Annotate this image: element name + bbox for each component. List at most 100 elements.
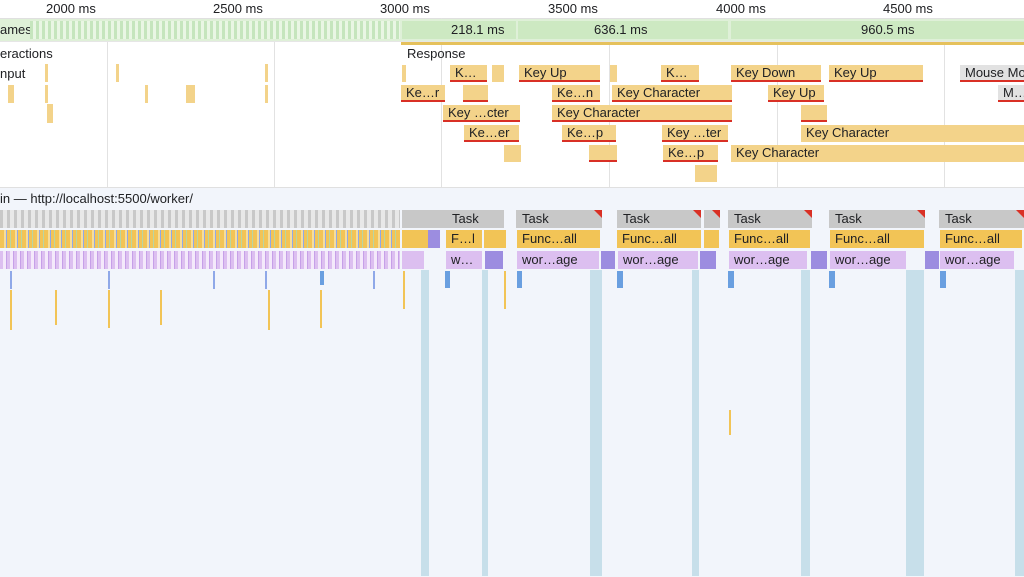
input-tick[interactable] (265, 85, 268, 103)
response-label: Response (407, 46, 466, 61)
input-event[interactable] (695, 165, 717, 182)
long-task-marker (712, 210, 720, 218)
input-tick[interactable] (186, 85, 195, 103)
compile-marker[interactable] (617, 271, 623, 288)
worker-message-bar[interactable] (925, 251, 939, 269)
activity-stripe (320, 290, 322, 328)
input-event[interactable] (492, 65, 504, 82)
input-tick[interactable] (145, 85, 148, 103)
task-bar[interactable]: Task (516, 210, 602, 228)
task-bar[interactable] (402, 210, 446, 228)
worker-message-bar[interactable] (485, 251, 503, 269)
task-bar[interactable]: Task (829, 210, 925, 228)
input-event[interactable] (463, 85, 488, 102)
task-bar[interactable]: Task (617, 210, 701, 228)
input-event[interactable] (589, 145, 617, 162)
function-call-bar[interactable] (402, 230, 428, 248)
input-event[interactable] (801, 105, 827, 122)
input-event[interactable]: Ke…p (562, 125, 616, 142)
frame-strip[interactable] (30, 21, 400, 39)
input-tick[interactable] (265, 64, 268, 82)
input-event[interactable]: Key Character (801, 125, 1024, 142)
long-task-marker (693, 210, 701, 218)
gc-column[interactable] (482, 270, 488, 576)
worker-message-bar[interactable]: w… (446, 251, 482, 269)
long-task-marker (917, 210, 925, 218)
input-event[interactable]: K… (450, 65, 487, 82)
input-event[interactable] (504, 145, 521, 162)
input-event[interactable]: Ke…n (552, 85, 600, 102)
gc-column[interactable] (692, 270, 699, 576)
input-tick[interactable] (116, 64, 119, 82)
function-call-bar[interactable]: Func…all (830, 230, 924, 248)
task-bar[interactable]: Task (939, 210, 1024, 228)
function-call-bar[interactable]: Func…all (517, 230, 600, 248)
long-task-marker (594, 210, 602, 218)
input-event[interactable]: Key Up (829, 65, 923, 82)
input-event[interactable]: Key Up (768, 85, 824, 102)
input-event[interactable] (402, 65, 406, 82)
worker-message-bar[interactable]: wor…age (940, 251, 1014, 269)
function-call-bar[interactable] (704, 230, 719, 248)
activity-stripe (108, 290, 110, 328)
task-label: Task (623, 211, 650, 226)
function-strip[interactable] (0, 230, 400, 248)
function-call-bar[interactable]: Func…all (940, 230, 1022, 248)
input-event[interactable]: Key …cter (443, 105, 520, 122)
gc-column[interactable] (1015, 270, 1024, 576)
gc-column[interactable] (906, 270, 924, 576)
function-call-bar[interactable] (484, 230, 506, 248)
input-event[interactable]: M… (998, 85, 1024, 102)
function-call-bar[interactable] (428, 230, 440, 248)
compile-marker[interactable] (517, 271, 522, 288)
input-event[interactable]: Key Character (612, 85, 732, 102)
worker-message-bar[interactable] (700, 251, 716, 269)
gc-column[interactable] (421, 270, 429, 576)
worker-message-bar[interactable]: wor…age (618, 251, 698, 269)
response-bar[interactable] (401, 42, 1024, 45)
gc-column[interactable] (801, 270, 810, 576)
input-event[interactable]: Key Down (731, 65, 821, 82)
activity-stripe (265, 271, 267, 289)
input-event[interactable]: Ke…p (663, 145, 718, 162)
time-ruler[interactable]: 2000 ms 2500 ms 3000 ms 3500 ms 4000 ms … (0, 0, 1024, 19)
input-event[interactable]: Ke…er (464, 125, 519, 142)
worker-message-strip[interactable] (0, 251, 400, 269)
activity-stripe (55, 290, 57, 325)
activity-stripe (10, 290, 12, 330)
input-event[interactable]: Key Character (552, 105, 732, 122)
input-event[interactable]: Key …ter (662, 125, 728, 142)
input-event[interactable] (610, 65, 617, 82)
worker-message-bar[interactable] (811, 251, 827, 269)
function-call-bar[interactable]: Func…all (617, 230, 701, 248)
task-strip[interactable] (0, 210, 400, 228)
input-tick[interactable] (45, 64, 48, 82)
compile-marker[interactable] (445, 271, 450, 288)
input-tick[interactable] (47, 104, 53, 123)
input-event[interactable]: K… (661, 65, 699, 82)
compile-marker[interactable] (728, 271, 734, 288)
activity-stripe (213, 271, 215, 289)
function-call-bar[interactable]: F…l (446, 230, 482, 248)
gc-column[interactable] (590, 270, 602, 576)
function-call-bar[interactable]: Func…all (729, 230, 810, 248)
frames-track[interactable]: ames 218.1 ms 636.1 ms 960.5 ms (0, 19, 1024, 42)
compile-marker[interactable] (829, 271, 835, 288)
input-tick[interactable] (8, 85, 14, 103)
worker-message-bar[interactable] (601, 251, 615, 269)
worker-message-bar[interactable]: wor…age (830, 251, 906, 269)
compile-marker[interactable] (940, 271, 946, 288)
task-bar[interactable] (704, 210, 720, 228)
input-tick[interactable] (45, 85, 48, 103)
ruler-tick: 3000 ms (380, 1, 430, 16)
input-event[interactable]: Key Character (731, 145, 1024, 162)
input-event[interactable]: Ke…r (401, 85, 445, 102)
input-event[interactable]: Key Up (519, 65, 600, 82)
task-bar[interactable]: Task (728, 210, 812, 228)
worker-message-bar[interactable] (402, 251, 424, 269)
worker-message-bar[interactable]: wor…age (729, 251, 807, 269)
task-bar[interactable]: Task (446, 210, 504, 228)
compile-marker[interactable] (320, 271, 324, 285)
input-event[interactable]: Mouse Mo (960, 65, 1024, 82)
worker-message-bar[interactable]: wor…age (517, 251, 599, 269)
